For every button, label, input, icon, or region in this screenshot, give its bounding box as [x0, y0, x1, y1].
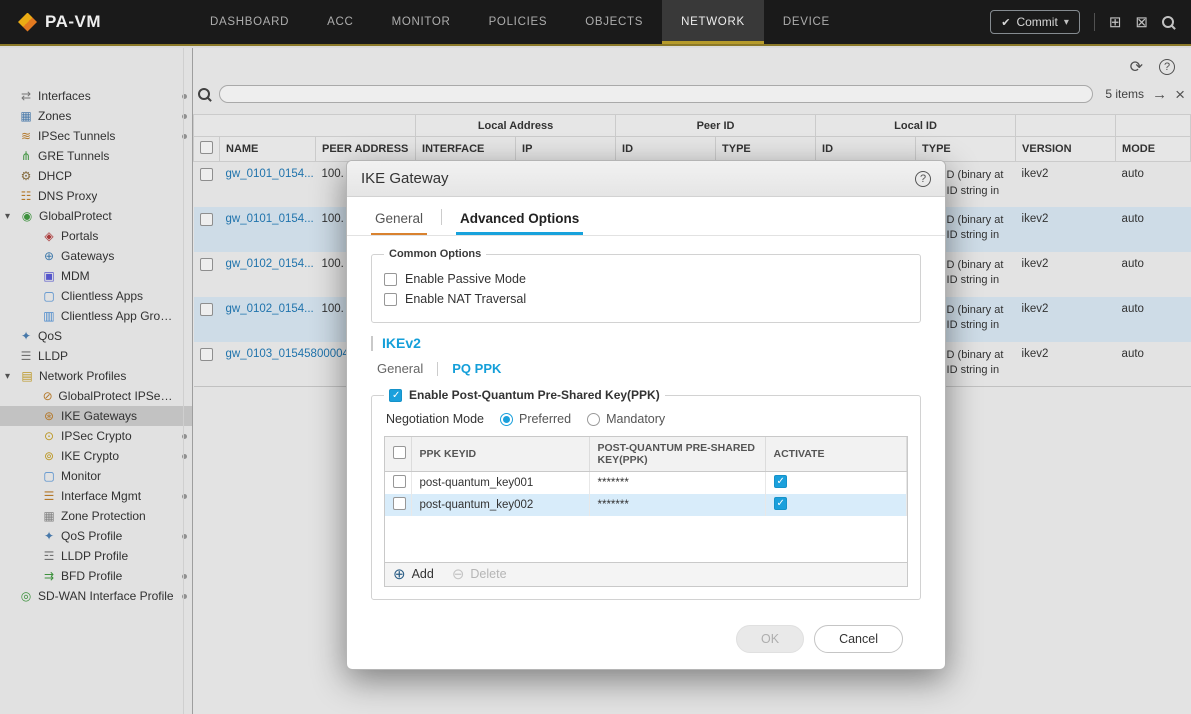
subtab-pq-ppk[interactable]: PQ PPK	[448, 359, 505, 378]
ppk-table-footer: ⊕ Add ⊖ Delete	[385, 561, 907, 586]
tab-advanced-options[interactable]: Advanced Options	[456, 205, 583, 235]
preferred-radio[interactable]	[499, 412, 513, 426]
enable-nat-traversal-label: Enable NAT Traversal	[405, 292, 527, 306]
ikev2-section-header: IKEv2	[371, 335, 921, 351]
dialog-tabs: General Advanced Options	[347, 197, 945, 236]
add-button[interactable]: ⊕ Add	[393, 567, 434, 582]
ppk-table-empty-area	[385, 515, 907, 562]
dialog-body: Common Options Enable Passive Mode Enabl…	[347, 236, 945, 669]
enable-ppk-label: Enable Post-Quantum Pre-Shared Key(PPK)	[409, 388, 660, 402]
col-activate[interactable]: ACTIVATE	[765, 437, 907, 472]
ike-gateway-dialog: IKE Gateway ? General Advanced Options C…	[346, 160, 946, 670]
ppk-legend: Enable Post-Quantum Pre-Shared Key(PPK)	[384, 388, 665, 402]
ppk-table: PPK KEYID POST-QUANTUM PRE-SHARED KEY(PP…	[385, 437, 907, 516]
add-icon: ⊕	[393, 565, 406, 583]
cancel-button[interactable]: Cancel	[814, 625, 903, 653]
ppk-row-checkbox[interactable]	[393, 496, 406, 510]
activate-checkbox[interactable]	[773, 474, 787, 488]
ppk-select-all-checkbox[interactable]	[393, 445, 406, 459]
ppk-row: post-quantum_key002 *******	[385, 493, 907, 516]
ppk-table-box: PPK KEYID POST-QUANTUM PRE-SHARED KEY(PP…	[384, 436, 908, 587]
option-mandatory[interactable]: Mandatory	[587, 412, 665, 426]
negotiation-mode-row: Negotiation Mode Preferred Mandatory	[386, 412, 906, 426]
enable-passive-mode-label: Enable Passive Mode	[405, 272, 526, 286]
ikev2-label: IKEv2	[382, 335, 421, 351]
dialog-footer: OK Cancel	[371, 611, 921, 669]
dialog-header: IKE Gateway ?	[347, 161, 945, 197]
ikev2-subtabs: General PQ PPK	[373, 359, 921, 378]
add-label: Add	[411, 567, 434, 581]
col-ppk-key[interactable]: POST-QUANTUM PRE-SHARED KEY(PPK)	[589, 437, 766, 472]
delete-label: Delete	[470, 567, 507, 581]
col-ppk-keyid[interactable]: PPK KEYID	[411, 437, 590, 472]
enable-nat-traversal-row: Enable NAT Traversal	[384, 292, 908, 306]
subtab-general[interactable]: General	[373, 359, 427, 378]
dialog-help-icon[interactable]: ?	[915, 170, 931, 187]
enable-nat-traversal-checkbox[interactable]	[384, 292, 397, 306]
enable-passive-mode-row: Enable Passive Mode	[384, 272, 908, 286]
common-options-legend: Common Options	[389, 248, 482, 260]
preferred-label: Preferred	[518, 412, 572, 426]
mandatory-label: Mandatory	[606, 412, 666, 426]
subtab-divider	[437, 361, 439, 376]
negotiation-mode-label: Negotiation Mode	[386, 412, 484, 426]
mandatory-radio[interactable]	[587, 412, 601, 426]
common-options-fieldset: Common Options Enable Passive Mode Enabl…	[371, 248, 921, 323]
delete-icon: ⊖	[451, 565, 465, 583]
enable-passive-mode-checkbox[interactable]	[384, 272, 397, 286]
ppk-row-checkbox[interactable]	[393, 474, 406, 488]
dialog-title: IKE Gateway	[361, 170, 449, 187]
activate-checkbox[interactable]	[773, 496, 787, 510]
enable-ppk-checkbox[interactable]	[389, 388, 402, 402]
ppk-row: post-quantum_key001 *******	[385, 471, 907, 494]
ppk-fieldset: Enable Post-Quantum Pre-Shared Key(PPK) …	[371, 388, 921, 600]
tab-general[interactable]: General	[371, 205, 427, 235]
tab-divider	[441, 209, 443, 225]
delete-button: ⊖ Delete	[452, 567, 507, 582]
ok-button: OK	[736, 625, 805, 653]
section-bar	[371, 335, 373, 351]
ppk-table-header: PPK KEYID POST-QUANTUM PRE-SHARED KEY(PP…	[385, 437, 907, 472]
ppk-table-body: post-quantum_key001*******post-quantum_k…	[385, 471, 907, 516]
option-preferred[interactable]: Preferred	[499, 412, 572, 426]
